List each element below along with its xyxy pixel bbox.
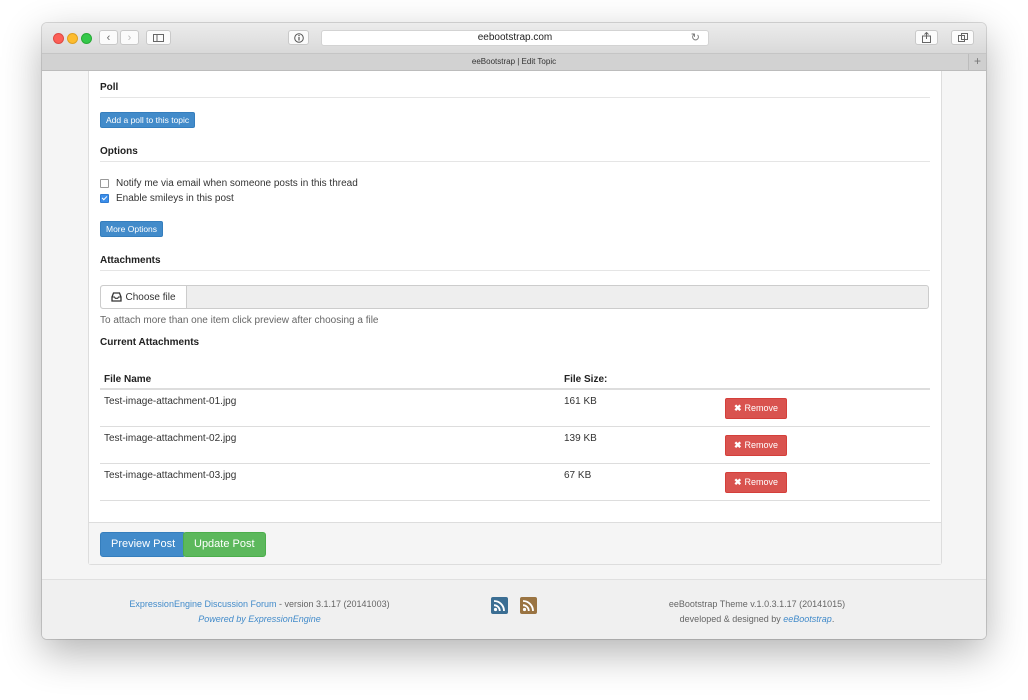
period-text: . <box>831 614 835 624</box>
sidebar-icon <box>153 33 164 42</box>
rss-feed-icon[interactable] <box>491 597 508 614</box>
table-row: Test-image-attachment-01.jpg 161 KB ✖ Rem… <box>100 389 930 427</box>
remove-label: Remove <box>744 403 779 413</box>
add-poll-button[interactable]: Add a poll to this topic <box>100 112 196 128</box>
forward-button[interactable]: › <box>120 30 139 45</box>
file-size-cell: 139 KB <box>560 426 721 464</box>
close-window-button[interactable] <box>53 33 64 44</box>
table-header-row: File Name File Size: <box>100 367 930 390</box>
attach-help-text: To attach more than one item click previ… <box>100 315 379 326</box>
file-size-cell: 67 KB <box>560 463 721 501</box>
remove-button[interactable]: ✖ Remove <box>725 397 788 419</box>
divider <box>100 270 930 271</box>
inbox-icon <box>111 292 123 302</box>
form-actions-footer: Preview Post Update Post <box>89 522 941 564</box>
divider <box>100 161 930 162</box>
close-icon: ✖ <box>734 476 742 487</box>
file-name-header: File Name <box>100 367 560 390</box>
file-size-cell: 161 KB <box>560 389 721 427</box>
attachments-table: File Name File Size: Test-image-attachme… <box>100 367 930 501</box>
poll-heading: Poll <box>100 82 119 93</box>
edit-topic-panel: Poll Add a poll to this topic Options No… <box>88 71 942 565</box>
choose-file-button[interactable]: Choose file <box>101 286 187 308</box>
more-options-button[interactable]: More Options <box>100 221 164 237</box>
file-name-cell: Test-image-attachment-01.jpg <box>100 389 560 427</box>
file-input[interactable]: Choose file <box>100 285 929 309</box>
smileys-checkbox[interactable] <box>100 194 109 203</box>
close-icon: ✖ <box>734 402 742 413</box>
remove-label: Remove <box>744 440 779 450</box>
zoom-window-button[interactable] <box>81 33 92 44</box>
remove-label: Remove <box>744 477 779 487</box>
notify-option[interactable]: Notify me via email when someone posts i… <box>100 178 358 189</box>
update-post-button[interactable]: Update Post <box>183 532 266 557</box>
options-heading: Options <box>100 146 138 157</box>
attachments-heading: Attachments <box>100 255 161 266</box>
footer-theme-info: eeBootstrap Theme v.1.0.3.1.17 (20141015… <box>657 597 857 627</box>
share-icon <box>922 32 931 43</box>
smileys-option[interactable]: Enable smileys in this post <box>100 193 234 204</box>
table-row: Test-image-attachment-03.jpg 67 KB ✖ Remo… <box>100 463 930 501</box>
smileys-label: Enable smileys in this post <box>116 193 234 204</box>
atom-feed-icon[interactable] <box>520 597 537 614</box>
browser-window: ‹ › eebootstrap.com ↻ eeBootstrap | Edit… <box>42 23 986 639</box>
file-name-cell: Test-image-attachment-02.jpg <box>100 426 560 464</box>
reload-icon[interactable]: ↻ <box>691 31 700 45</box>
forum-link[interactable]: ExpressionEngine Discussion Forum <box>129 599 276 609</box>
info-icon <box>293 32 304 43</box>
forum-version: - version 3.1.17 (20141003) <box>276 599 390 609</box>
table-row: Test-image-attachment-02.jpg 139 KB ✖ Rem… <box>100 426 930 464</box>
reader-info-button[interactable] <box>288 30 309 45</box>
choose-file-label: Choose file <box>125 291 176 303</box>
current-attachments-heading: Current Attachments <box>100 337 200 348</box>
new-tab-button[interactable]: + <box>968 54 986 70</box>
action-header <box>721 367 930 390</box>
developed-by-text: developed & designed by <box>679 614 784 624</box>
tab-bar: eeBootstrap | Edit Topic + <box>42 54 986 71</box>
sidebar-toggle-button[interactable] <box>146 30 171 45</box>
developer-link[interactable]: eeBootstrap <box>783 614 832 624</box>
page-content: Poll Add a poll to this topic Options No… <box>42 71 986 639</box>
browser-toolbar: ‹ › eebootstrap.com ↻ <box>42 23 986 54</box>
tab-title[interactable]: eeBootstrap | Edit Topic <box>472 57 556 66</box>
address-bar[interactable]: eebootstrap.com ↻ <box>321 30 709 46</box>
file-name-cell: Test-image-attachment-03.jpg <box>100 463 560 501</box>
notify-checkbox[interactable] <box>100 179 109 188</box>
theme-version: eeBootstrap Theme v.1.0.3.1.17 (20141015… <box>668 599 846 609</box>
footer-forum-info: ExpressionEngine Discussion Forum - vers… <box>82 597 437 627</box>
close-icon: ✖ <box>734 439 742 450</box>
tabs-icon <box>957 33 968 42</box>
powered-by-link[interactable]: Powered by ExpressionEngine <box>198 614 321 624</box>
back-button[interactable]: ‹ <box>99 30 118 45</box>
site-footer: ExpressionEngine Discussion Forum - vers… <box>42 579 986 639</box>
divider <box>100 97 930 98</box>
chevron-right-icon: › <box>127 31 132 44</box>
tabs-overview-button[interactable] <box>951 30 974 45</box>
minimize-window-button[interactable] <box>67 33 78 44</box>
url-text: eebootstrap.com <box>477 32 553 43</box>
notify-label: Notify me via email when someone posts i… <box>116 178 358 189</box>
chevron-left-icon: ‹ <box>106 31 111 44</box>
share-button[interactable] <box>915 30 938 45</box>
file-size-header: File Size: <box>560 367 721 390</box>
remove-button[interactable]: ✖ Remove <box>725 471 788 493</box>
remove-button[interactable]: ✖ Remove <box>725 434 788 456</box>
preview-post-button[interactable]: Preview Post <box>100 532 187 557</box>
